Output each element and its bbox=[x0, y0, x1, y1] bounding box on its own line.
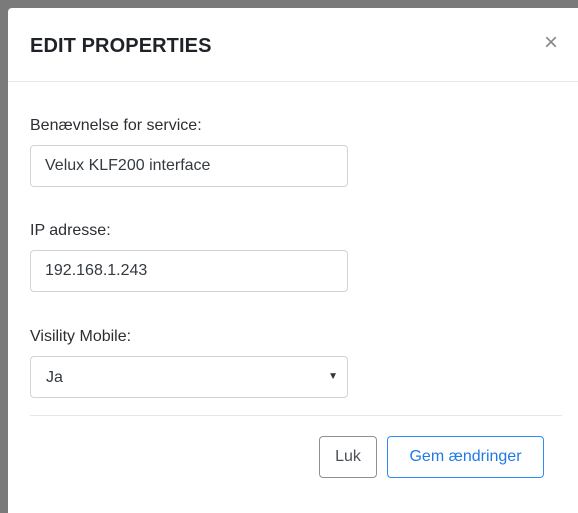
chevron-down-icon: ▼ bbox=[328, 371, 338, 382]
dialog-header: EDIT PROPERTIES × bbox=[8, 8, 578, 82]
save-changes-button[interactable]: Gem ændringer bbox=[387, 436, 544, 478]
close-button[interactable]: Luk bbox=[319, 436, 377, 478]
dialog-title: EDIT PROPERTIES bbox=[30, 35, 212, 57]
close-icon[interactable]: × bbox=[540, 31, 562, 55]
service-name-field[interactable] bbox=[30, 145, 348, 187]
edit-properties-dialog: EDIT PROPERTIES × Benævnelse for service… bbox=[8, 8, 578, 513]
service-name-label: Benævnelse for service: bbox=[30, 117, 202, 134]
footer-divider bbox=[30, 415, 562, 416]
ip-address-field[interactable] bbox=[30, 250, 348, 292]
ip-address-label: IP adresse: bbox=[30, 222, 111, 239]
service-name-input[interactable] bbox=[31, 146, 347, 186]
backdrop: EDIT PROPERTIES × Benævnelse for service… bbox=[0, 0, 578, 513]
ip-address-input[interactable] bbox=[31, 251, 347, 291]
select-value: Ja bbox=[46, 369, 63, 386]
visibility-mobile-label: Visility Mobile: bbox=[30, 328, 132, 345]
visibility-mobile-select[interactable]: Ja ▼ bbox=[30, 356, 348, 398]
